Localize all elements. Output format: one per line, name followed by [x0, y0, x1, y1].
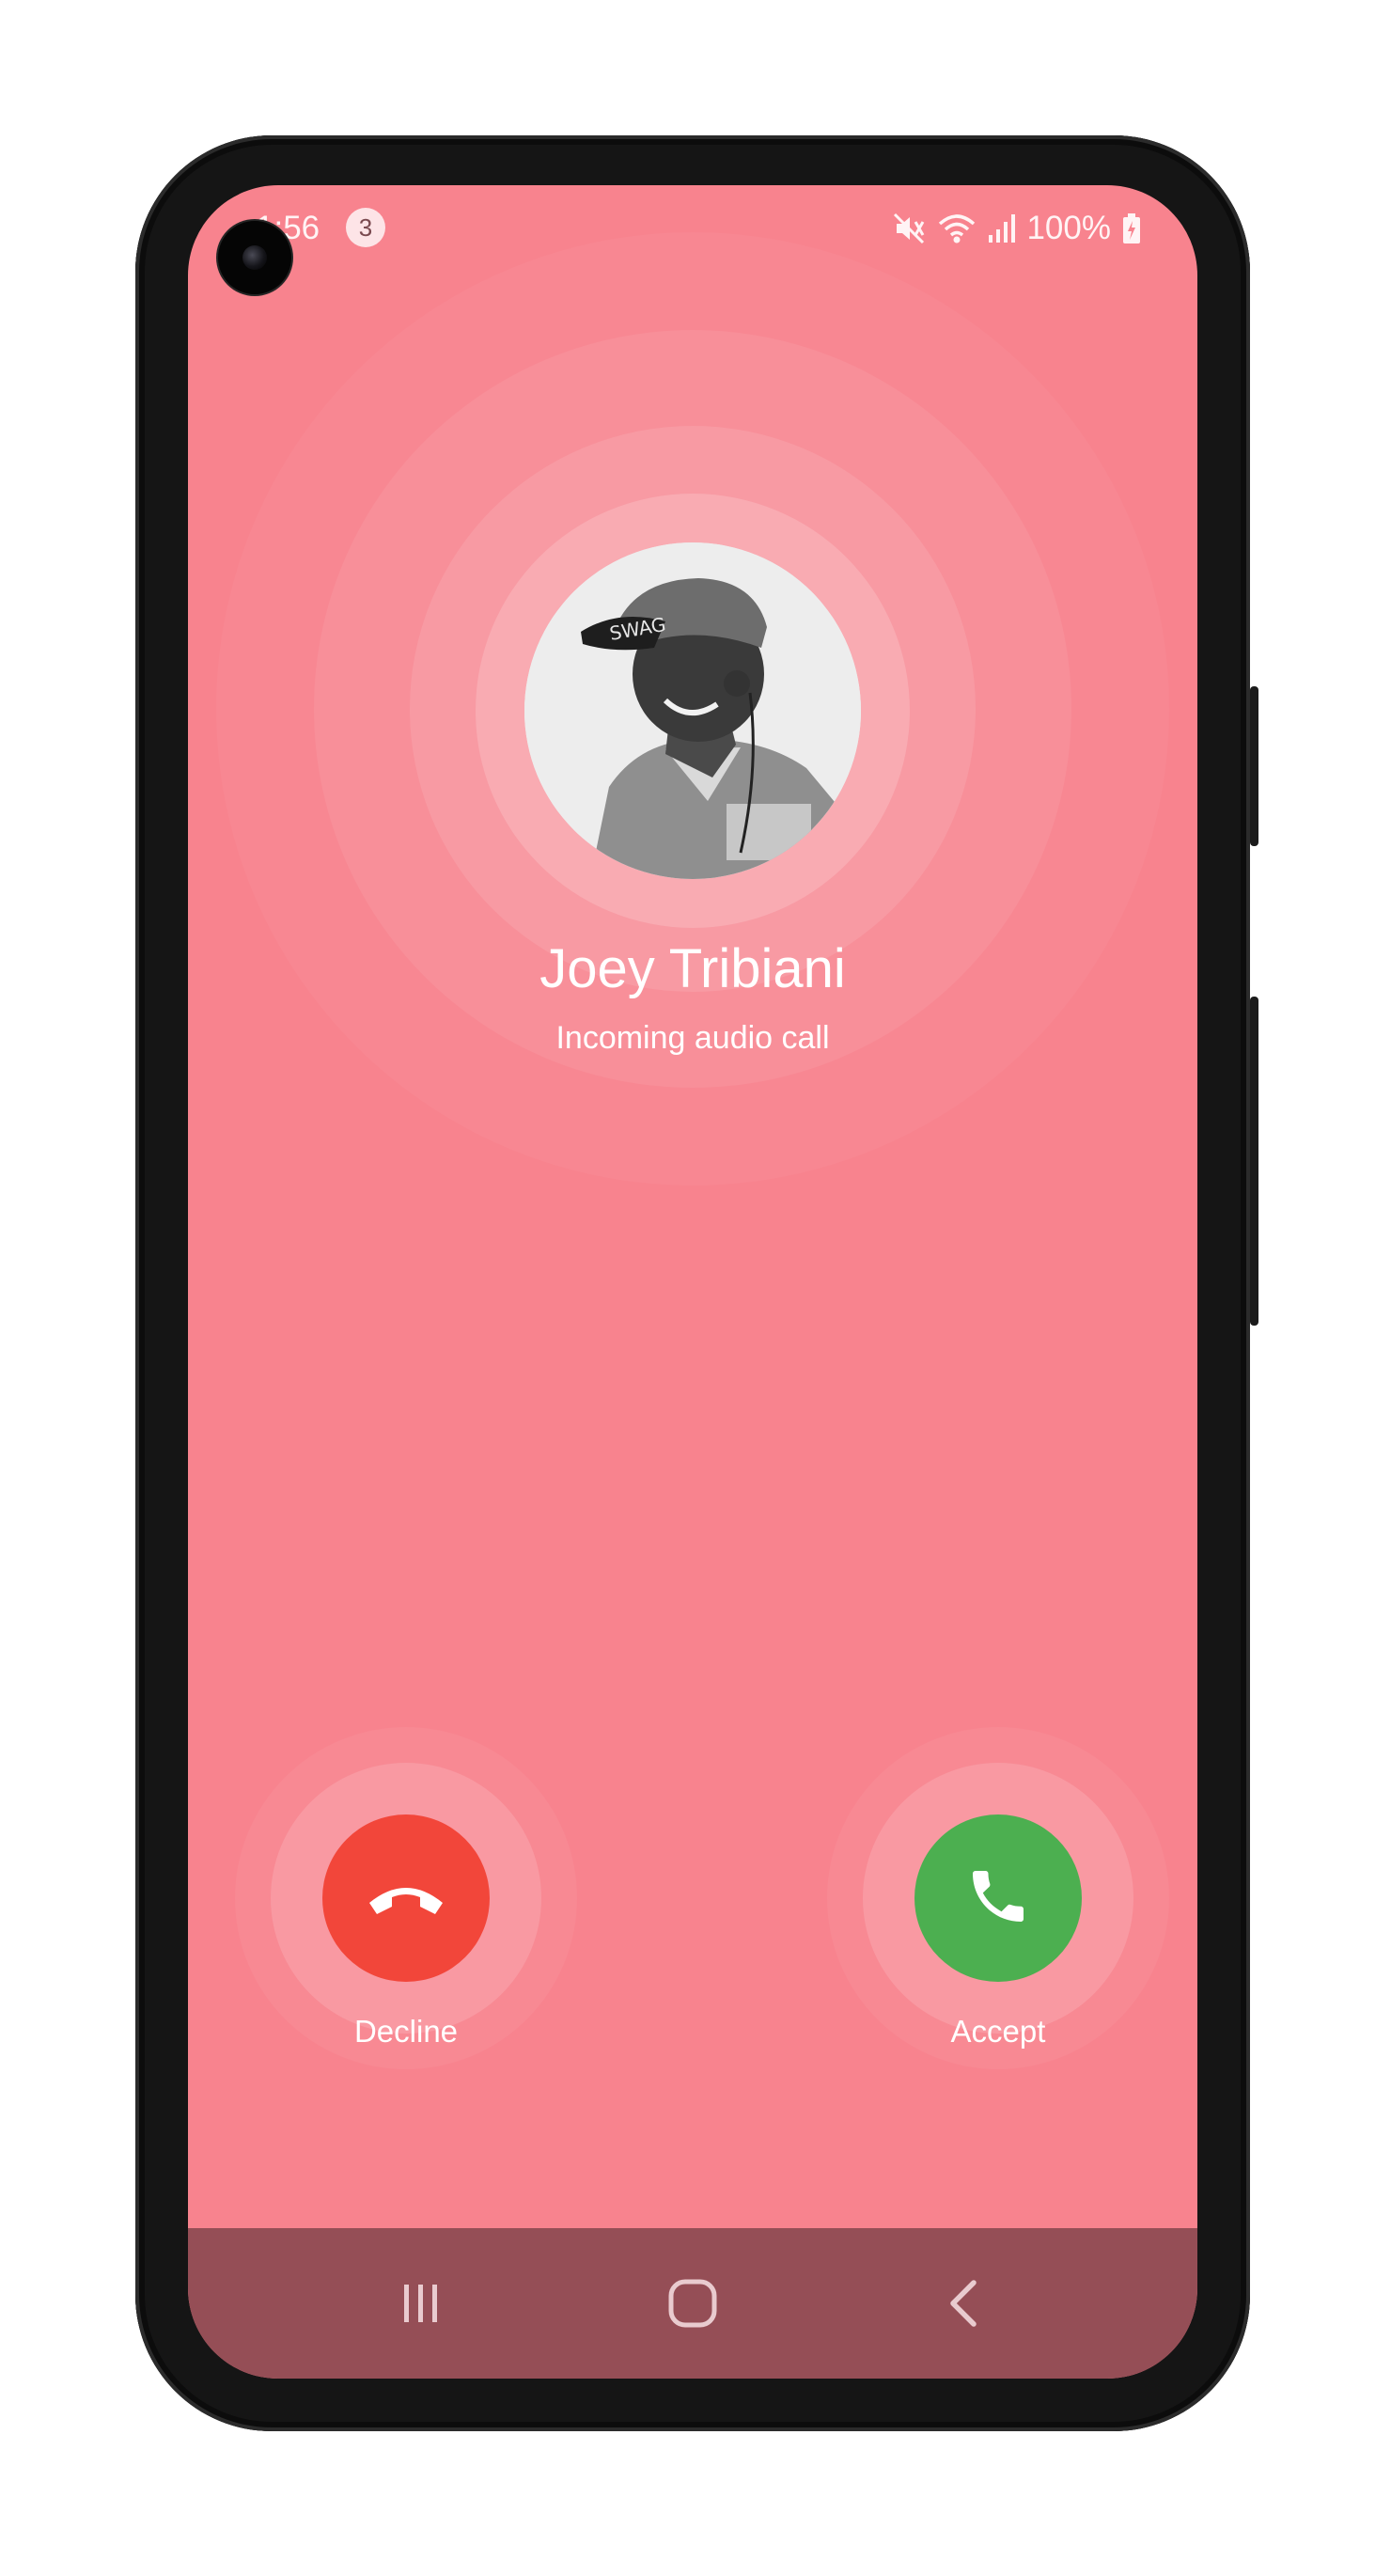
- call-type-label: Incoming audio call: [555, 1020, 830, 1056]
- phone-icon: [964, 1862, 1032, 1935]
- decline-label: Decline: [353, 2014, 459, 2049]
- decline-action: Decline: [218, 1727, 594, 2122]
- recent-apps-icon: [397, 2279, 445, 2333]
- accept-label: Accept: [950, 2014, 1046, 2049]
- battery-percentage: 100%: [1026, 210, 1111, 246]
- signal-icon: [987, 212, 1016, 244]
- home-icon: [666, 2277, 719, 2334]
- phone-hangup-icon: [364, 1873, 448, 1924]
- home-button[interactable]: [655, 2268, 730, 2343]
- caller-avatar: SWAG: [524, 542, 861, 879]
- notification-count-badge: 3: [346, 208, 385, 247]
- navigation-bar: [188, 2228, 1197, 2379]
- decline-button[interactable]: [322, 1814, 490, 1982]
- battery-charging-icon: [1122, 212, 1141, 244]
- mute-icon: [893, 212, 927, 244]
- accept-action: Accept: [810, 1727, 1186, 2122]
- back-icon: [940, 2277, 989, 2334]
- accept-button[interactable]: [914, 1814, 1082, 1982]
- call-screen: 1:56 3 100% SWAG Joey Tribiani Incoming …: [188, 185, 1197, 2379]
- front-camera: [218, 221, 291, 294]
- back-button[interactable]: [927, 2268, 1002, 2343]
- power-button: [1250, 997, 1258, 1326]
- status-bar: 1:56 3 100%: [188, 206, 1197, 251]
- volume-button: [1250, 686, 1258, 846]
- caller-name: Joey Tribiani: [539, 938, 846, 999]
- recent-apps-button[interactable]: [383, 2268, 459, 2343]
- status-icons: 100%: [893, 206, 1141, 251]
- wifi-icon: [938, 212, 976, 244]
